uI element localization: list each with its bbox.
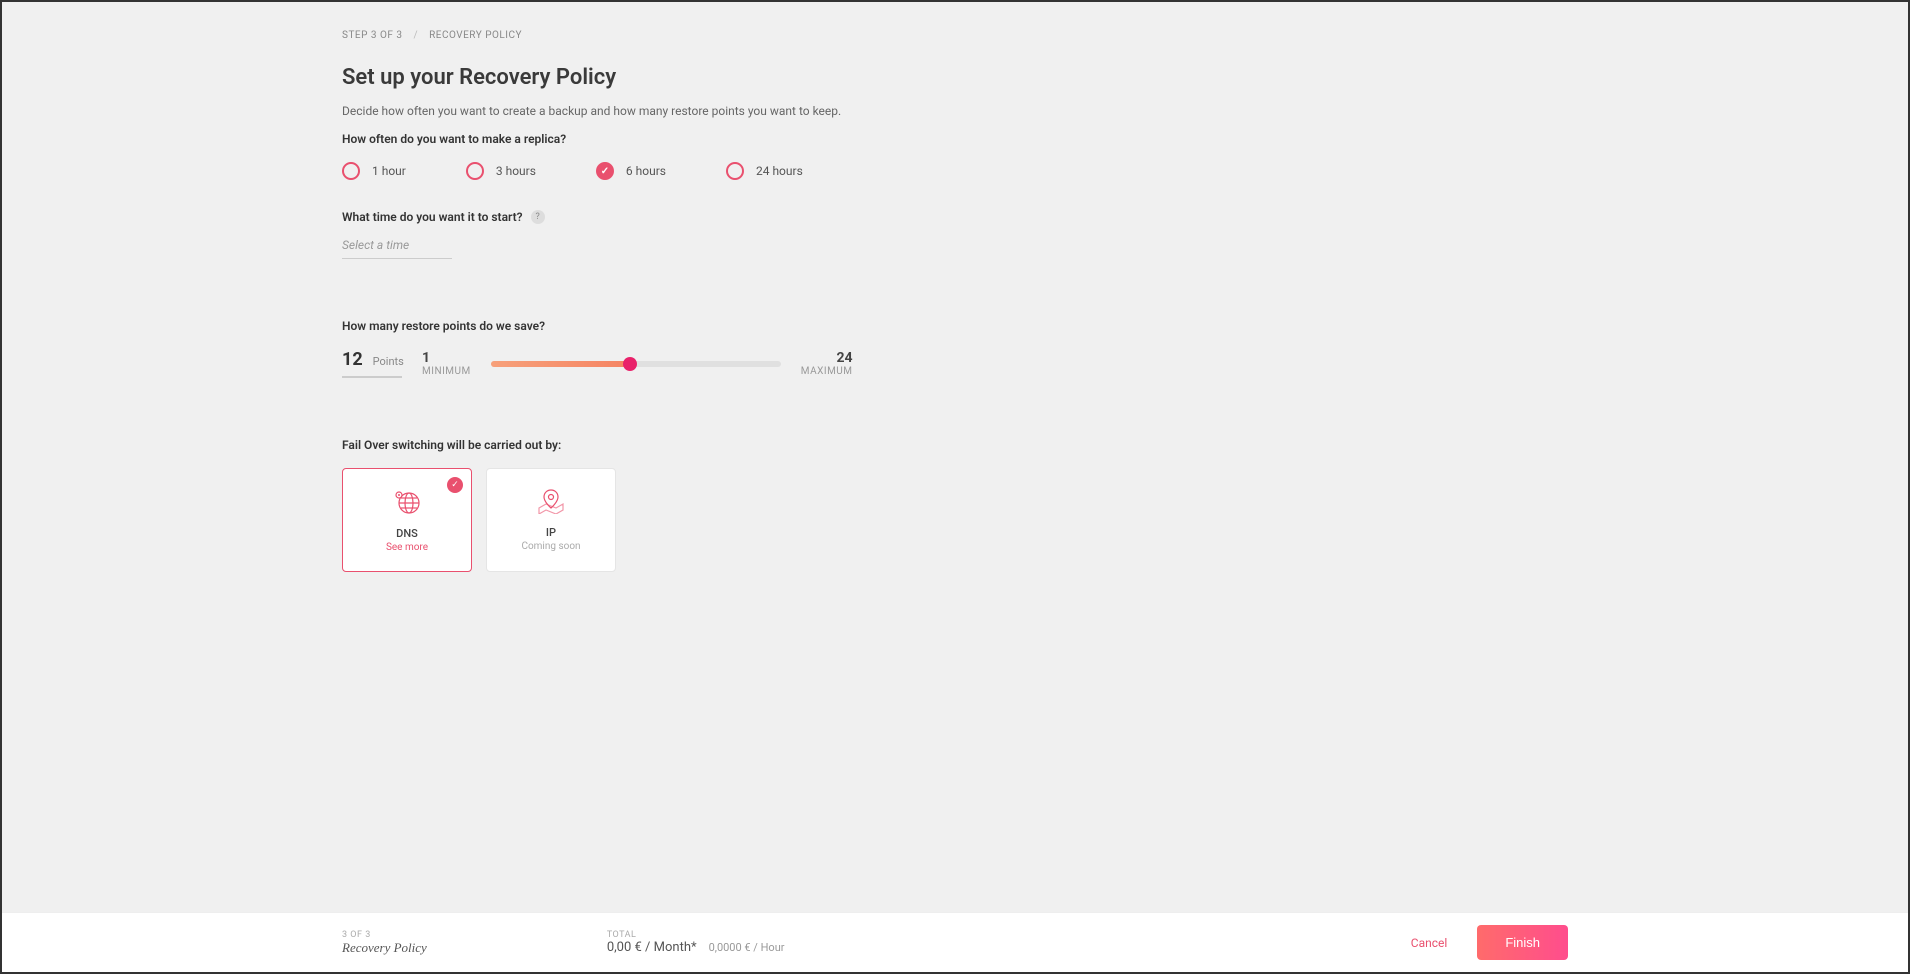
content: STEP 3 OF 3 / RECOVERY POLICY Set up you… <box>342 2 1162 572</box>
frequency-option-6hours[interactable]: 6 hours <box>596 162 666 180</box>
start-time-label: What time do you want it to start? <box>342 210 523 224</box>
help-icon[interactable]: ? <box>531 210 545 224</box>
check-icon: ✓ <box>447 477 463 493</box>
radio-label: 1 hour <box>372 164 406 178</box>
frequency-option-1hour[interactable]: 1 hour <box>342 162 406 180</box>
radio-label: 24 hours <box>756 164 803 178</box>
slider-min-value: 1 <box>422 350 430 366</box>
breadcrumb-current: RECOVERY POLICY <box>429 30 522 41</box>
start-time-label-row: What time do you want it to start? ? <box>342 210 1162 224</box>
slider-row: 12 Points 1 MINIMUM 24 MAXIMUM <box>342 349 1162 378</box>
card-sublink[interactable]: See more <box>386 542 428 553</box>
radio-label: 6 hours <box>626 164 666 178</box>
slider-max-label: MAXIMUM <box>801 366 853 377</box>
slider-max-value: 24 <box>836 350 852 366</box>
radio-icon-selected <box>596 162 614 180</box>
main-area: STEP 3 OF 3 / RECOVERY POLICY Set up you… <box>2 2 1908 912</box>
restore-points-slider[interactable] <box>491 361 781 367</box>
footer-total: TOTAL 0,00 € / Month* 0,0000 € / Hour <box>607 930 785 955</box>
failover-section: Fail Over switching will be carried out … <box>342 438 1162 572</box>
radio-icon <box>342 162 360 180</box>
slider-fill <box>491 361 630 367</box>
footer-step-label: 3 OF 3 <box>342 930 427 940</box>
page-description: Decide how often you want to create a ba… <box>342 104 1162 118</box>
footer-price-row: 0,00 € / Month* 0,0000 € / Hour <box>607 940 785 955</box>
points-value-box: 12 Points <box>342 349 402 378</box>
points-unit: Points <box>373 355 404 368</box>
slider-min-label: MINIMUM <box>422 366 471 377</box>
frequency-radio-group: 1 hour 3 hours 6 hours 24 hours <box>342 162 1162 180</box>
radio-icon <box>466 162 484 180</box>
radio-icon <box>726 162 744 180</box>
frequency-label: How often do you want to make a replica? <box>342 132 1162 146</box>
restore-points-section: How many restore points do we save? 12 P… <box>342 319 1162 378</box>
failover-card-row: ✓ DNS See more <box>342 468 1162 572</box>
failover-card-dns[interactable]: ✓ DNS See more <box>342 468 472 572</box>
footer-price-month: 0,00 € / Month* <box>607 940 697 955</box>
footer-step-info: 3 OF 3 Recovery Policy <box>342 930 427 956</box>
footer-bar: 3 OF 3 Recovery Policy TOTAL 0,00 € / Mo… <box>2 912 1908 972</box>
frequency-option-24hours[interactable]: 24 hours <box>726 162 803 180</box>
cancel-button[interactable]: Cancel <box>1411 936 1448 950</box>
globe-icon <box>393 487 421 519</box>
breadcrumb-separator: / <box>413 30 418 41</box>
frequency-option-3hours[interactable]: 3 hours <box>466 162 536 180</box>
footer-total-label: TOTAL <box>607 930 785 940</box>
footer-price-hour: 0,0000 € / Hour <box>709 941 785 954</box>
slider-thumb[interactable] <box>623 357 637 371</box>
time-select[interactable]: Select a time <box>342 238 452 259</box>
footer-actions: Cancel Finish <box>1411 925 1568 960</box>
start-time-section: What time do you want it to start? ? Sel… <box>342 210 1162 259</box>
page-title: Set up your Recovery Policy <box>342 65 1162 90</box>
slider-min: 1 MINIMUM <box>422 350 471 377</box>
footer-step-title: Recovery Policy <box>342 940 427 956</box>
finish-button[interactable]: Finish <box>1477 925 1568 960</box>
breadcrumb: STEP 3 OF 3 / RECOVERY POLICY <box>342 30 1162 41</box>
failover-label: Fail Over switching will be carried out … <box>342 438 1162 452</box>
card-title: DNS <box>396 527 418 540</box>
radio-label: 3 hours <box>496 164 536 178</box>
breadcrumb-step: STEP 3 OF 3 <box>342 30 403 41</box>
card-subtext: Coming soon <box>521 541 580 552</box>
slider-max: 24 MAXIMUM <box>801 350 853 377</box>
map-pin-icon <box>536 488 566 518</box>
card-title: IP <box>546 526 556 539</box>
failover-card-ip[interactable]: IP Coming soon <box>486 468 616 572</box>
restore-points-label: How many restore points do we save? <box>342 319 1162 333</box>
points-value: 12 <box>342 349 363 370</box>
